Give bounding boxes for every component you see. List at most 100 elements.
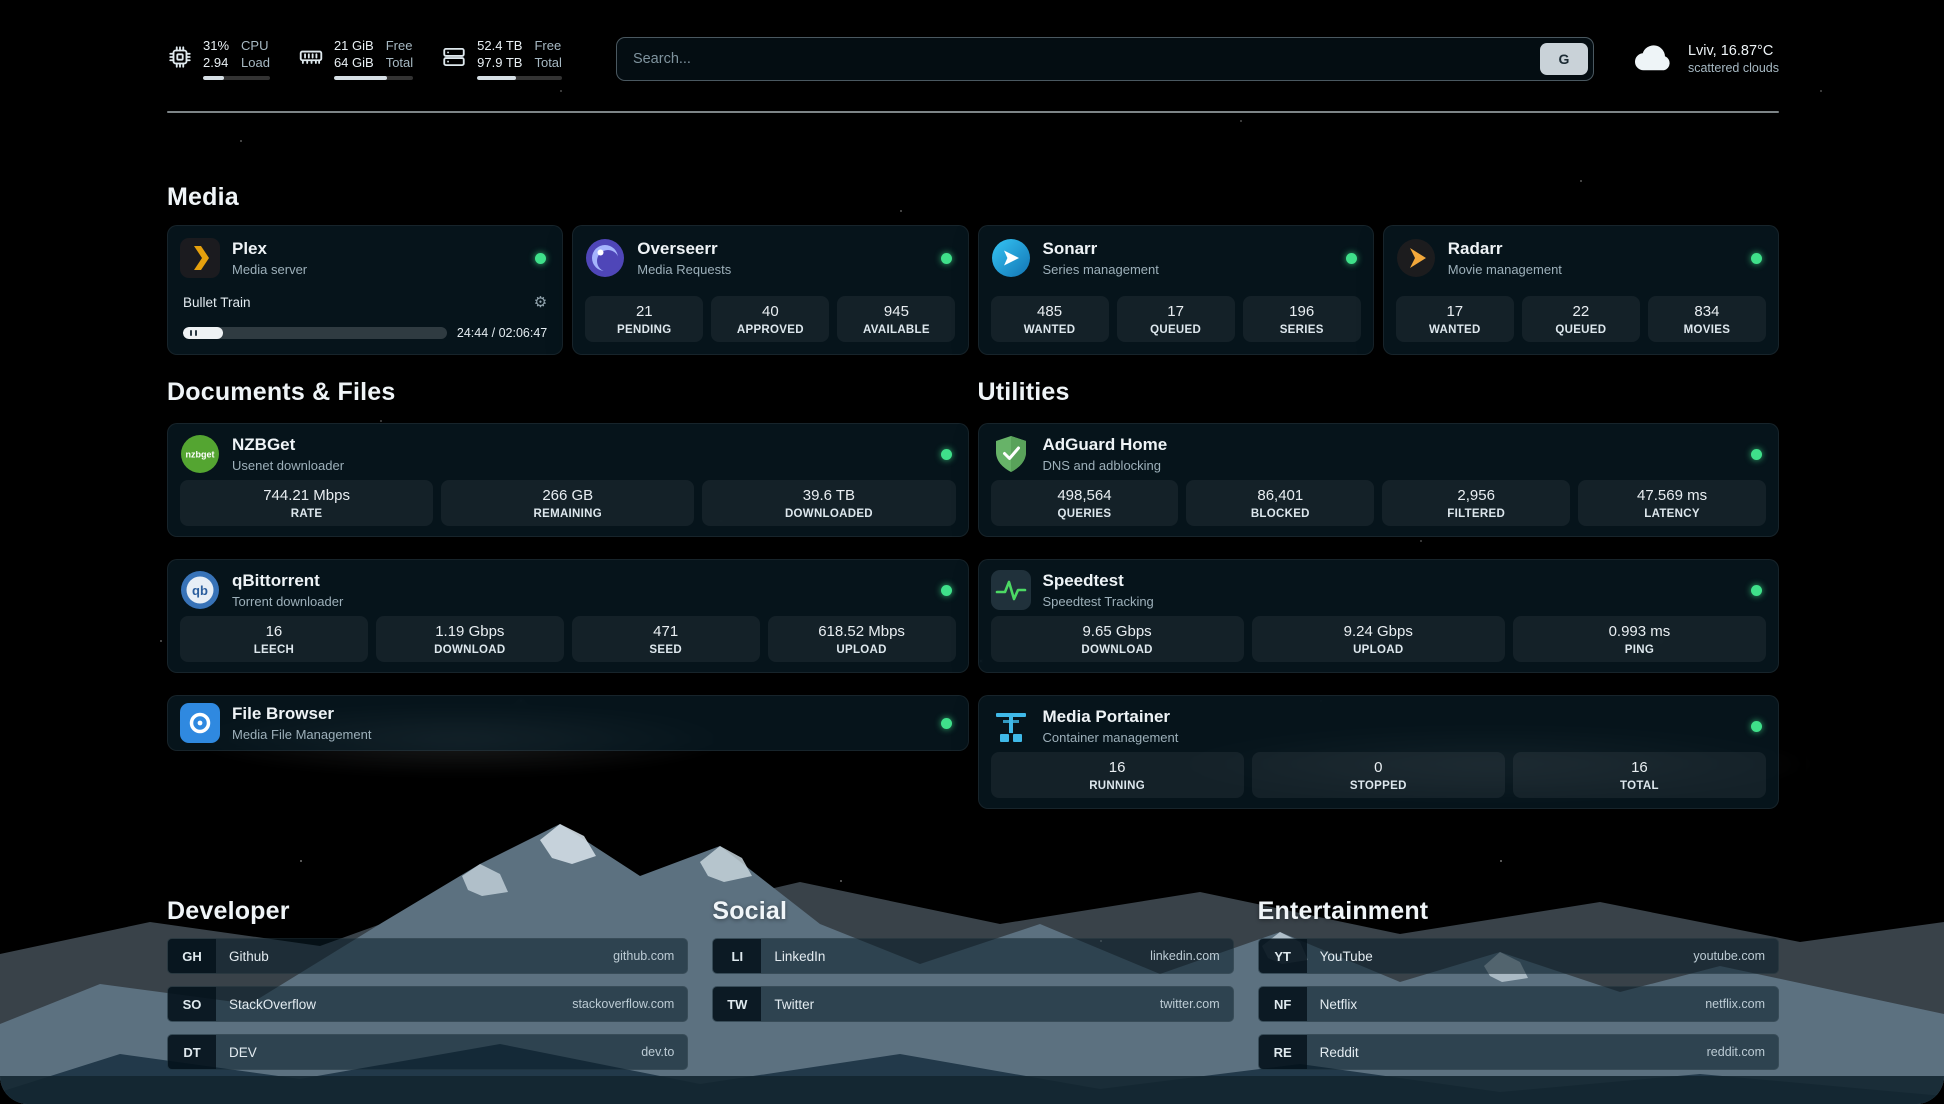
service-desc: DNS and adblocking xyxy=(1043,458,1168,473)
service-card-portainer[interactable]: Media Portainer Container management 16 … xyxy=(978,695,1780,809)
memory-free-value: 21 GiB xyxy=(334,38,374,55)
stat-box: 471 SEED xyxy=(572,616,760,662)
bookmark-dev[interactable]: DT DEV dev.to xyxy=(167,1034,688,1070)
stat-label: LEECH xyxy=(184,644,364,656)
stat-value: 744.21 Mbps xyxy=(184,487,429,506)
sonarr-icon xyxy=(991,238,1031,278)
service-card-plex[interactable]: Plex Media server Bullet Train ⚙ 24:44 /… xyxy=(167,225,563,355)
service-name: Sonarr xyxy=(1043,239,1159,259)
bookmarks-grid: Developer GH Github github.com SO StackO… xyxy=(167,897,1779,1082)
pause-icon xyxy=(183,327,223,339)
stat-value: 2,956 xyxy=(1386,487,1566,506)
stat-box: 16 RUNNING xyxy=(991,752,1244,798)
service-name: Overseerr xyxy=(637,239,731,259)
service-desc: Series management xyxy=(1043,262,1159,277)
playback-progress-bar[interactable] xyxy=(183,327,447,339)
status-dot xyxy=(1751,449,1762,460)
bookmark-url: linkedin.com xyxy=(1150,939,1232,973)
bookmark-netflix[interactable]: NF Netflix netflix.com xyxy=(1258,986,1779,1022)
disk-free-value: 52.4 TB xyxy=(477,38,522,55)
portainer-icon xyxy=(991,706,1031,746)
stat-label: RATE xyxy=(184,508,429,520)
service-card-sonarr[interactable]: Sonarr Series management 485 WANTED 17 Q… xyxy=(978,225,1374,355)
stat-label: PING xyxy=(1517,644,1762,656)
service-card-nzbget[interactable]: nzbget NZBGet Usenet downloader 744.21 M… xyxy=(167,423,969,537)
status-dot xyxy=(1751,253,1762,264)
cpu-widget: 31% 2.94 CPU Load xyxy=(167,38,270,81)
service-name: File Browser xyxy=(232,704,371,724)
radarr-icon xyxy=(1396,238,1436,278)
weather-location: Lviv, 16.87°C xyxy=(1688,43,1779,59)
stat-box: 0 STOPPED xyxy=(1252,752,1505,798)
service-desc: Media Requests xyxy=(637,262,731,277)
service-name: NZBGet xyxy=(232,435,344,455)
disk-usage-bar xyxy=(477,76,562,80)
stat-label: SEED xyxy=(576,644,756,656)
service-card-radarr[interactable]: Radarr Movie management 17 WANTED 22 QUE… xyxy=(1383,225,1779,355)
stat-label: UPLOAD xyxy=(772,644,952,656)
stat-label: BLOCKED xyxy=(1190,508,1370,520)
bookmark-abbr: DT xyxy=(168,1035,216,1069)
svg-text:nzbget: nzbget xyxy=(186,450,215,460)
memory-free-label: Free xyxy=(386,38,413,55)
bookmark-name: Netflix xyxy=(1307,987,1358,1021)
disk-icon xyxy=(441,44,467,70)
middle-section-grid: Documents & Files nzbget NZBGet Usenet d… xyxy=(167,378,1779,831)
stat-value: 21 xyxy=(589,303,699,322)
bookmark-youtube[interactable]: YT YouTube youtube.com xyxy=(1258,938,1779,974)
bookmark-name: Reddit xyxy=(1307,1035,1359,1069)
bookmark-stackoverflow[interactable]: SO StackOverflow stackoverflow.com xyxy=(167,986,688,1022)
stat-value: 17 xyxy=(1121,303,1231,322)
gear-icon[interactable]: ⚙ xyxy=(534,295,547,310)
section-title-social: Social xyxy=(712,897,1233,926)
bookmark-github[interactable]: GH Github github.com xyxy=(167,938,688,974)
service-name: Plex xyxy=(232,239,307,259)
bookmark-abbr: LI xyxy=(713,939,761,973)
disk-total-label: Total xyxy=(534,55,561,72)
search-input[interactable] xyxy=(617,51,1540,67)
stat-box: 196 SERIES xyxy=(1243,296,1361,342)
bookmark-linkedin[interactable]: LI LinkedIn linkedin.com xyxy=(712,938,1233,974)
stat-box: 16 LEECH xyxy=(180,616,368,662)
stat-label: WANTED xyxy=(1400,324,1510,336)
stat-label: SERIES xyxy=(1247,324,1357,336)
bookmark-twitter[interactable]: TW Twitter twitter.com xyxy=(712,986,1233,1022)
service-name: qBittorrent xyxy=(232,571,343,591)
topbar-divider xyxy=(167,111,1779,113)
stat-value: 39.6 TB xyxy=(706,487,951,506)
stat-value: 0.993 ms xyxy=(1517,623,1762,642)
stat-value: 1.19 Gbps xyxy=(380,623,560,642)
bookmark-reddit[interactable]: RE Reddit reddit.com xyxy=(1258,1034,1779,1070)
stat-value: 196 xyxy=(1247,303,1357,322)
service-desc: Media server xyxy=(232,262,307,277)
stat-value: 945 xyxy=(841,303,951,322)
status-dot xyxy=(1346,253,1357,264)
bookmark-url: dev.to xyxy=(641,1035,687,1069)
bookmark-name: StackOverflow xyxy=(216,987,316,1021)
stat-value: 17 xyxy=(1400,303,1510,322)
bookmarks-entertainment: Entertainment YT YouTube youtube.com NF … xyxy=(1258,897,1779,1082)
cpu-load-value: 2.94 xyxy=(203,55,229,72)
service-name: AdGuard Home xyxy=(1043,435,1168,455)
service-card-overseerr[interactable]: Overseerr Media Requests 21 PENDING 40 A… xyxy=(572,225,968,355)
stat-box: 1.19 Gbps DOWNLOAD xyxy=(376,616,564,662)
stat-label: WANTED xyxy=(995,324,1105,336)
stat-label: LATENCY xyxy=(1582,508,1762,520)
stat-box: 21 PENDING xyxy=(585,296,703,342)
service-card-qbittorrent[interactable]: qb qBittorrent Torrent downloader 16 LEE… xyxy=(167,559,969,673)
service-card-speedtest[interactable]: Speedtest Speedtest Tracking 9.65 Gbps D… xyxy=(978,559,1780,673)
service-desc: Usenet downloader xyxy=(232,458,344,473)
speedtest-icon xyxy=(991,570,1031,610)
now-playing-title: Bullet Train xyxy=(183,295,251,310)
service-card-filebrowser[interactable]: File Browser Media File Management xyxy=(167,695,969,751)
cpu-percent: 31% xyxy=(203,38,229,55)
stat-box: 39.6 TB DOWNLOADED xyxy=(702,480,955,526)
search-shortcut-button[interactable]: G xyxy=(1540,43,1588,75)
weather-widget: Lviv, 16.87°C scattered clouds xyxy=(1630,38,1779,81)
stat-box: 618.52 Mbps UPLOAD xyxy=(768,616,956,662)
stat-label: RUNNING xyxy=(995,780,1240,792)
section-title-documents: Documents & Files xyxy=(167,378,969,407)
service-card-adguard[interactable]: AdGuard Home DNS and adblocking 498,564 … xyxy=(978,423,1780,537)
stat-value: 86,401 xyxy=(1190,487,1370,506)
dashboard-screen: 31% 2.94 CPU Load xyxy=(0,0,1944,1104)
